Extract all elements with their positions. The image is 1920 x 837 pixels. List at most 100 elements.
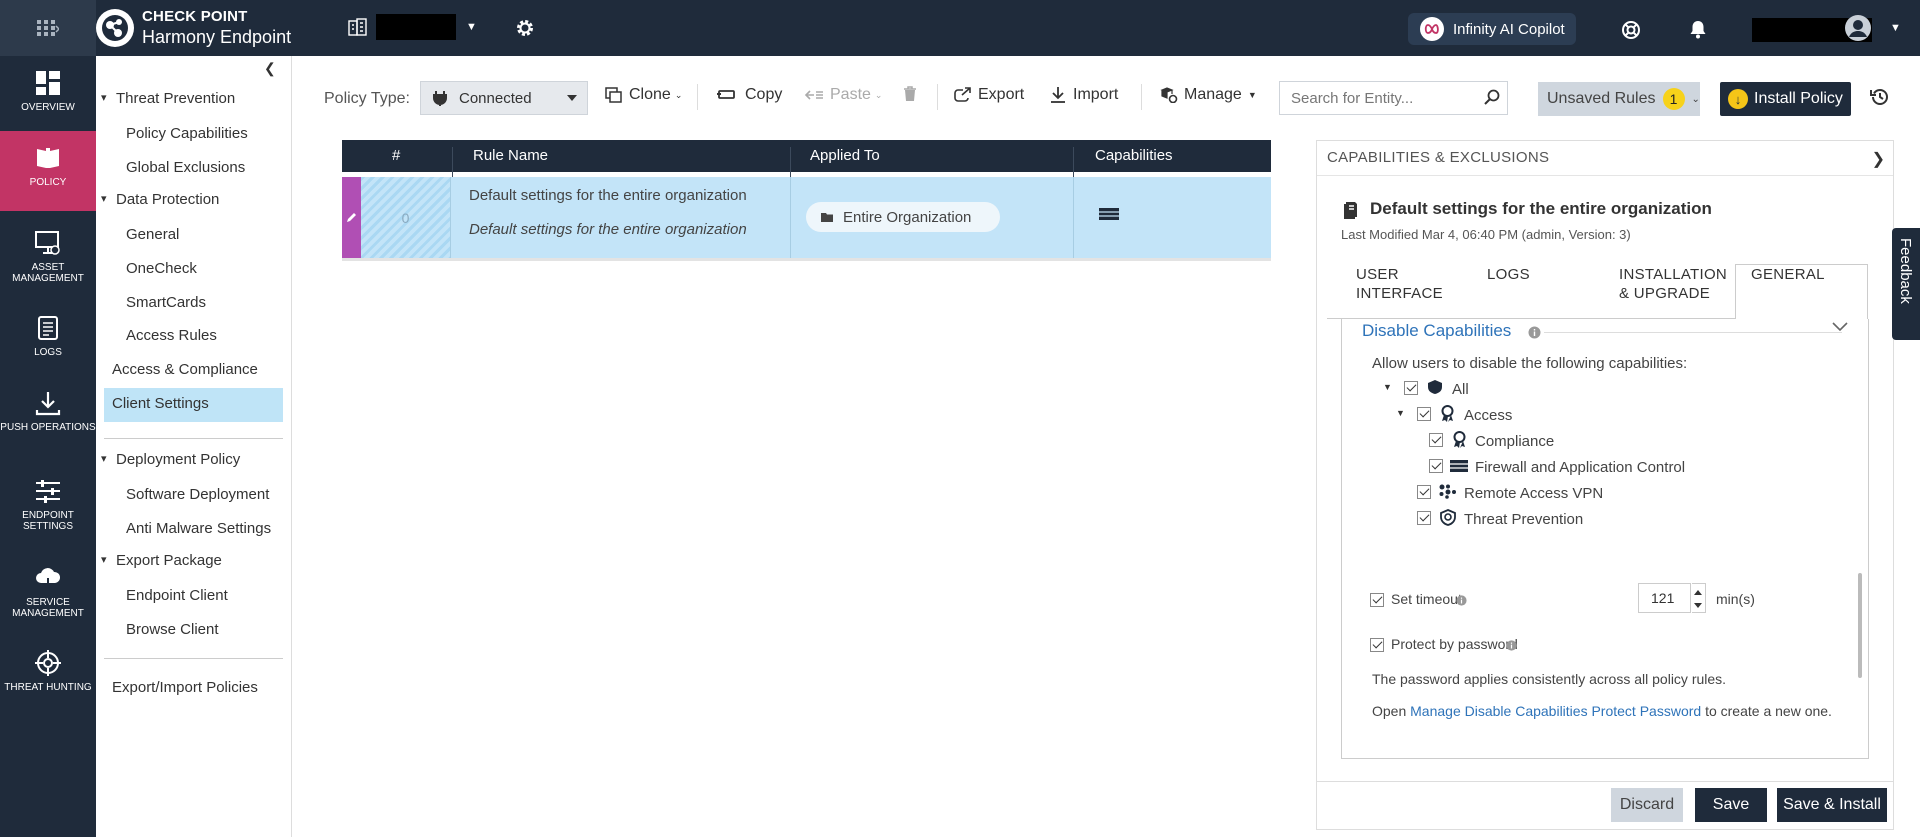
delete-button[interactable] xyxy=(903,86,923,102)
divider xyxy=(1141,84,1142,110)
tree-item-smartcards[interactable]: SmartCards xyxy=(126,294,206,311)
applied-to-pill[interactable]: Entire Organization xyxy=(806,202,1000,232)
tree-item-endpoint-client[interactable]: Endpoint Client xyxy=(126,587,228,604)
policy-type-select[interactable]: Connected xyxy=(420,81,588,115)
import-button[interactable]: Import xyxy=(1049,86,1118,104)
tree-item-general[interactable]: General xyxy=(126,226,179,243)
divider xyxy=(104,658,283,659)
install-policy-button[interactable]: ↓ Install Policy xyxy=(1720,82,1851,116)
save-button[interactable]: Save xyxy=(1695,788,1767,822)
rule-number: 0 xyxy=(361,177,450,258)
nav-endpoint-settings[interactable]: ENDPOINT SETTINGS xyxy=(0,464,96,544)
trash-icon xyxy=(904,86,916,101)
manage-icon xyxy=(1160,87,1178,103)
tree-item-onecheck[interactable]: OneCheck xyxy=(126,260,197,277)
manage-password-link[interactable]: Manage Disable Capabilities Protect Pass… xyxy=(1410,703,1701,719)
checkbox-vpn[interactable] xyxy=(1417,485,1431,499)
collapse-icon[interactable]: ❮ xyxy=(264,60,276,77)
policy-type-value: Connected xyxy=(459,89,532,107)
expand-caret-icon[interactable]: ▼ xyxy=(1396,408,1405,418)
paste-button[interactable]: Paste ⌄ xyxy=(804,86,882,104)
search-input[interactable] xyxy=(1279,81,1508,115)
tree-label-vpn: Remote Access VPN xyxy=(1464,485,1604,502)
tree-item-threat-prevention[interactable]: Threat Prevention xyxy=(101,90,235,107)
allow-description: Allow users to disable the following cap… xyxy=(1372,355,1688,372)
nav-logs[interactable]: LOGS xyxy=(0,301,96,381)
unsaved-count-badge: 1 xyxy=(1662,88,1685,110)
nav-asset-management[interactable]: ASSET MANAGEMENT xyxy=(0,216,96,296)
column-header-capabilities[interactable]: Capabilities xyxy=(1095,147,1173,164)
increment-icon[interactable] xyxy=(1694,590,1702,595)
checkbox-protect-by-password[interactable] xyxy=(1370,638,1384,652)
brand[interactable]: CHECK POINT Harmony Endpoint xyxy=(96,8,291,48)
timeout-stepper[interactable] xyxy=(1692,583,1706,613)
chevron-down-icon[interactable] xyxy=(1832,322,1848,332)
timeout-label: Set timeout xyxy=(1391,591,1462,607)
info-icon[interactable] xyxy=(1506,640,1517,651)
checkbox-firewall[interactable] xyxy=(1429,459,1443,473)
info-icon[interactable] xyxy=(1528,326,1541,339)
tab-installation-upgrade[interactable]: INSTALLATION & UPGRADE xyxy=(1619,265,1727,303)
column-header-rule-name[interactable]: Rule Name xyxy=(473,147,548,164)
expand-caret-icon[interactable]: ▼ xyxy=(1383,382,1392,392)
column-header-applied-to[interactable]: Applied To xyxy=(810,147,880,164)
tab-logs[interactable]: LOGS xyxy=(1487,265,1530,284)
scrollbar[interactable] xyxy=(1858,573,1862,678)
tree-item-browse-client[interactable]: Browse Client xyxy=(126,621,219,638)
tenant-selector[interactable]: ▼ xyxy=(348,14,477,40)
checkbox-compliance[interactable] xyxy=(1429,433,1443,447)
tree-item-export-import-policies[interactable]: Export/Import Policies xyxy=(112,679,258,696)
tree-item-client-settings[interactable]: Client Settings xyxy=(112,395,209,412)
info-icon[interactable] xyxy=(1456,595,1467,606)
table-row[interactable]: 0 Default settings for the entire organi… xyxy=(342,177,1271,258)
save-install-button[interactable]: Save & Install xyxy=(1777,788,1887,822)
checkbox-all[interactable] xyxy=(1404,381,1418,395)
nav-threat-hunting[interactable]: THREAT HUNTING xyxy=(0,636,96,716)
feedback-tab[interactable]: Feedback xyxy=(1892,228,1920,340)
unsaved-rules-button[interactable]: Unsaved Rules 1 ⌄ xyxy=(1538,82,1700,116)
nav-push-operations[interactable]: PUSH OPERATIONS xyxy=(0,376,96,456)
nav-overview[interactable]: OVERVIEW xyxy=(0,56,96,136)
manage-button[interactable]: Manage ▼ xyxy=(1160,86,1257,104)
tree-label-access: Access xyxy=(1464,407,1513,424)
checkbox-set-timeout[interactable] xyxy=(1370,593,1384,607)
timeout-input[interactable] xyxy=(1638,583,1691,613)
avatar[interactable] xyxy=(1844,14,1872,42)
chevron-down-icon: ⌄ xyxy=(674,89,683,100)
tab-user-interface[interactable]: USER INTERFACE xyxy=(1356,265,1443,303)
discard-button[interactable]: Discard xyxy=(1611,788,1683,822)
nav-policy[interactable]: POLICY xyxy=(0,131,96,211)
bell-icon[interactable] xyxy=(1689,19,1707,39)
clone-button[interactable]: Clone ⌄ xyxy=(605,86,682,104)
tree-item-data-protection[interactable]: Data Protection xyxy=(101,191,219,208)
gear-icon[interactable] xyxy=(515,18,535,38)
copy-button[interactable]: Copy xyxy=(716,86,782,104)
column-header-number[interactable]: # xyxy=(392,147,400,164)
tree-item-anti-malware[interactable]: Anti Malware Settings xyxy=(126,520,271,537)
copilot-button[interactable]: Infinity AI Copilot xyxy=(1408,13,1576,45)
support-icon[interactable] xyxy=(1621,20,1641,40)
checkbox-threat-prevention[interactable] xyxy=(1417,511,1431,525)
history-icon[interactable] xyxy=(1870,87,1890,107)
chevron-right-icon[interactable]: ❯ xyxy=(1872,149,1885,169)
grid-icon xyxy=(37,20,59,36)
firewall-capability-icon[interactable] xyxy=(1099,208,1119,220)
tree-item-access-compliance[interactable]: Access & Compliance xyxy=(112,361,258,378)
tree-item-policy-capabilities[interactable]: Policy Capabilities xyxy=(126,125,248,142)
export-button[interactable]: Export xyxy=(954,86,1024,104)
nav-service-management[interactable]: SERVICE MANAGEMENT xyxy=(0,551,96,631)
checkbox-access[interactable] xyxy=(1417,407,1431,421)
tree-item-global-exclusions[interactable]: Global Exclusions xyxy=(126,159,245,176)
tree-item-software-deployment[interactable]: Software Deployment xyxy=(126,486,269,503)
chevron-down-icon[interactable]: ▼ xyxy=(1890,22,1901,34)
search-icon[interactable] xyxy=(1484,89,1500,105)
shield-icon xyxy=(1428,380,1442,394)
decrement-icon[interactable] xyxy=(1694,603,1702,608)
tree-item-export-package[interactable]: Export Package xyxy=(101,552,222,569)
tab-general[interactable]: GENERAL xyxy=(1751,265,1825,284)
app-launcher-button[interactable] xyxy=(0,0,96,56)
tree-item-deployment-policy[interactable]: Deployment Policy xyxy=(101,451,240,468)
tree-item-access-rules[interactable]: Access Rules xyxy=(126,327,217,344)
row-edit-handle[interactable] xyxy=(342,177,361,258)
capabilities-panel: CAPABILITIES & EXCLUSIONS ❯ Default sett… xyxy=(1316,140,1894,830)
